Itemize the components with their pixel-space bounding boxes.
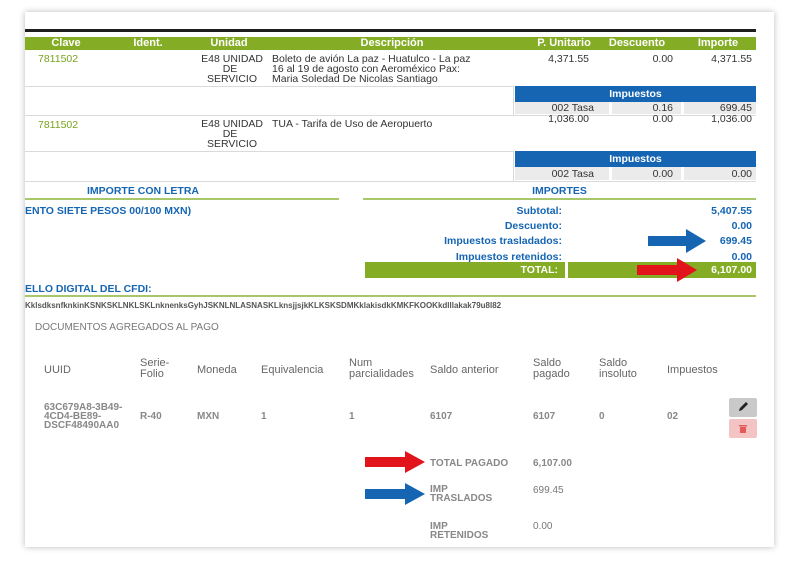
imp-retenidos-label: RETENIDOS — [430, 530, 489, 541]
col-clave: Clave — [51, 37, 81, 49]
item-clave: 7811502 — [38, 119, 79, 131]
top-rule — [25, 29, 756, 32]
importes-title: IMPORTES — [532, 185, 587, 197]
item-descuento: 0.00 — [652, 53, 673, 65]
doc-impuestos: 02 — [667, 411, 679, 422]
blue-arrow-icon — [365, 483, 425, 505]
impuesto-tasa: 0.16 — [652, 102, 673, 114]
docs-col-equivalencia: Equivalencia — [261, 364, 324, 376]
invoice-card: Clave Ident. Unidad Descripción P. Unita… — [25, 12, 774, 547]
impuestos-header: Impuestos — [515, 86, 756, 102]
impuesto-tasa: 0.00 — [652, 168, 673, 180]
doc-saldo-insoluto: 0 — [599, 411, 605, 422]
row-divider — [513, 151, 514, 181]
item-importe: 4,371.55 — [711, 53, 752, 65]
section-rule — [363, 198, 756, 200]
docs-col-impuestos: Impuestos — [667, 364, 718, 376]
docs-col-num: parcialidades — [349, 368, 414, 380]
imp-traslados-label: TRASLADOS — [430, 493, 493, 504]
importe-letra-title: IMPORTE CON LETRA — [87, 185, 199, 197]
item-p-unitario: 4,371.55 — [548, 53, 589, 65]
row-divider — [25, 86, 513, 87]
col-descripcion: Descripción — [360, 37, 424, 49]
row-divider — [25, 151, 513, 152]
item-importe: 1,036.00 — [711, 113, 752, 125]
trasladados-label: Impuestos trasladados: — [444, 235, 562, 247]
impuesto-importe: 0.00 — [731, 168, 752, 180]
section-rule — [25, 295, 756, 297]
impuesto-importe: 699.45 — [719, 102, 752, 114]
row-divider — [513, 86, 514, 116]
subtotal-label: Subtotal: — [516, 205, 563, 217]
item-p-unitario: 1,036.00 — [548, 113, 589, 125]
item-unidad-line: SERVICIO — [207, 73, 257, 85]
trash-icon — [739, 425, 747, 433]
items-table-header: Clave Ident. Unidad Descripción P. Unita… — [25, 37, 756, 50]
total-pagado-label: TOTAL PAGADO — [430, 458, 509, 469]
edit-button[interactable] — [729, 398, 757, 417]
importe-letra-text: ENTO SIETE PESOS 00/100 MXN) — [25, 205, 192, 217]
doc-serie: R-40 — [140, 411, 162, 422]
item-descuento: 0.00 — [652, 113, 673, 125]
retenidos-label: Impuestos retenidos: — [455, 251, 562, 263]
impuestos-header: Impuestos — [515, 151, 756, 167]
impuesto-tipo: 002 Tasa — [551, 102, 594, 114]
col-ident: Ident. — [133, 37, 163, 49]
docs-col-saldo-anterior: Saldo anterior — [430, 364, 499, 376]
doc-equivalencia: 1 — [261, 411, 267, 422]
item-clave: 7811502 — [38, 53, 79, 65]
sello-label: ELLO DIGITAL DEL CFDI: — [25, 283, 152, 295]
pencil-icon — [739, 402, 748, 411]
subtotal-value: 5,407.55 — [711, 205, 752, 217]
doc-moneda: MXN — [197, 411, 220, 422]
docs-col-uuid: UUID — [44, 364, 71, 376]
blue-arrow-icon — [648, 229, 706, 253]
docs-title: DOCUMENTOS AGREGADOS AL PAGO — [35, 322, 219, 333]
doc-uuid: DSCF48490AA0 — [44, 420, 120, 431]
imp-traslados-value: 699.45 — [533, 485, 564, 496]
doc-num: 1 — [349, 411, 355, 422]
red-arrow-icon — [637, 258, 697, 282]
col-descuento: Descuento — [608, 37, 666, 49]
docs-col-saldo-insoluto: insoluto — [599, 368, 637, 380]
doc-saldo-anterior: 6107 — [430, 411, 453, 422]
imp-retenidos-value: 0.00 — [533, 521, 553, 532]
col-importe: Importe — [697, 37, 739, 49]
descuento-label: Descuento: — [504, 220, 562, 232]
docs-col-saldo-pagado: pagado — [533, 368, 570, 380]
doc-saldo-pagado: 6107 — [533, 411, 556, 422]
delete-button[interactable] — [729, 419, 757, 438]
item-descripcion-line: Maria Soledad De Nicolas Santiago — [272, 73, 438, 85]
docs-col-serie: Folio — [140, 368, 164, 380]
item-unidad-line: SERVICIO — [207, 138, 257, 150]
red-arrow-icon — [365, 451, 425, 473]
col-unidad: Unidad — [210, 37, 248, 49]
item-descripcion-line: TUA - Tarifa de Uso de Aeropuerto — [272, 118, 433, 130]
section-rule — [25, 198, 339, 200]
sello-value: KklsdksnfknkinKSNKSKLNKLSKLnknenksGyhJSK… — [25, 301, 502, 310]
docs-col-moneda: Moneda — [197, 364, 237, 376]
row-divider — [25, 181, 756, 182]
impuesto-tipo: 002 Tasa — [551, 168, 594, 180]
total-pagado-value: 6,107.00 — [533, 458, 572, 469]
total-label: TOTAL: — [520, 264, 558, 276]
